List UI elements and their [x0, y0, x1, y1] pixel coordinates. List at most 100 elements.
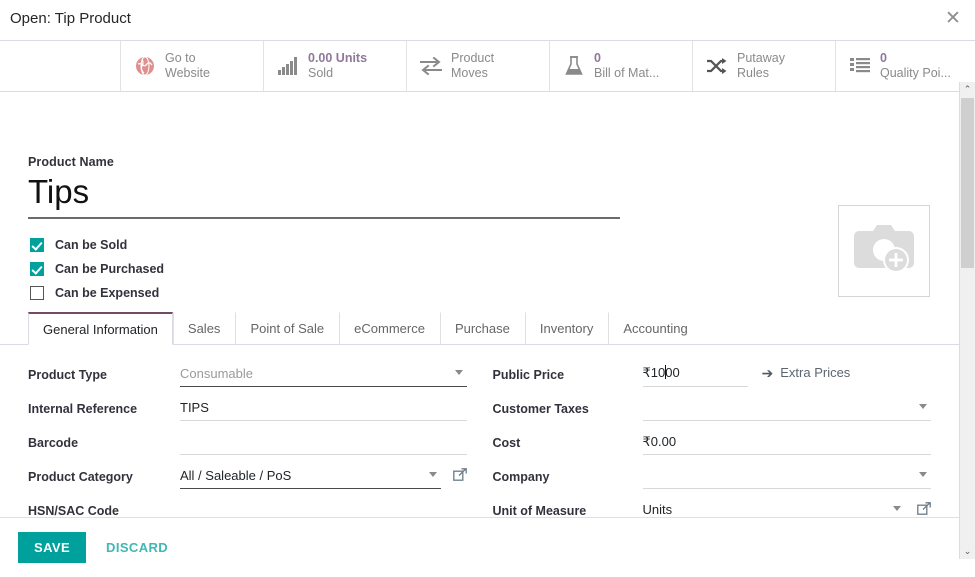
extra-prices-label: Extra Prices [780, 365, 850, 380]
field-hsn-sac-code: HSN/SAC Code [28, 498, 467, 517]
tab-sales[interactable]: Sales [173, 312, 236, 344]
tab-purchase[interactable]: Purchase [440, 312, 525, 344]
checkbox-can-be-sold[interactable] [30, 238, 44, 252]
form-column-right: Public Price ₹1000 ➔ Extra Prices Custom… [485, 345, 960, 517]
product-name-input[interactable] [28, 169, 620, 219]
stat-label-line1: Bill of Mat... [594, 66, 659, 81]
public-price-input[interactable]: ₹1000 [643, 362, 748, 387]
stat-button-text: Product Moves [451, 51, 494, 81]
discard-button[interactable]: DISCARD [94, 532, 180, 563]
exchange-arrows-icon [419, 54, 443, 78]
tab-accounting[interactable]: Accounting [608, 312, 702, 344]
field-control-unit-of-measure [643, 498, 932, 517]
dialog-titlebar: Open: Tip Product ✕ [0, 0, 975, 40]
stat-button-putaway-rules[interactable]: Putaway Rules [693, 41, 836, 91]
tab-point-of-sale[interactable]: Point of Sale [235, 312, 339, 344]
field-control-hsn-sac-code [180, 498, 467, 517]
field-cost: Cost [493, 430, 932, 459]
general-information-pane: Product Type Internal Reference [0, 345, 959, 517]
tab-inventory[interactable]: Inventory [525, 312, 608, 344]
bar-chart-icon [276, 54, 300, 78]
public-price-after-caret: 00 [665, 365, 679, 380]
checkbox-label-can-be-purchased[interactable]: Can be Purchased [55, 262, 164, 276]
stat-button-bill-of-materials[interactable]: 0 Bill of Mat... [550, 41, 693, 91]
public-price-value: ₹1000 [643, 362, 748, 387]
field-label-barcode: Barcode [28, 430, 180, 451]
customer-taxes-select[interactable] [643, 396, 932, 421]
field-label-public-price: Public Price [493, 362, 643, 383]
field-control-product-category [180, 464, 467, 489]
stat-value: 0 [594, 51, 659, 66]
checkbox-label-can-be-sold[interactable]: Can be Sold [55, 238, 127, 252]
scroll-up-icon[interactable]: ⌃ [960, 82, 975, 97]
product-name-block: Product Name [28, 155, 620, 219]
stat-button-units-sold[interactable]: 0.00 Units Sold [264, 41, 407, 91]
field-barcode: Barcode [28, 430, 467, 459]
field-control-barcode [180, 430, 467, 455]
external-link-icon[interactable] [453, 468, 467, 482]
field-label-cost: Cost [493, 430, 643, 451]
hsn-sac-code-input[interactable] [180, 498, 467, 517]
stat-label-line2: Moves [451, 66, 494, 81]
field-control-product-type [180, 362, 467, 387]
cost-input[interactable] [643, 430, 932, 455]
stat-button-quality-points[interactable]: 0 Quality Poi... [836, 41, 975, 91]
field-control-internal-reference [180, 396, 467, 421]
save-button[interactable]: SAVE [18, 532, 86, 563]
stat-label-line1: Go to [165, 51, 210, 66]
extra-prices-link[interactable]: ➔ Extra Prices [762, 365, 851, 380]
checkbox-label-can-be-expensed[interactable]: Can be Expensed [55, 286, 159, 300]
stat-button-text: 0.00 Units Sold [308, 51, 367, 81]
checkbox-row-can-be-purchased[interactable]: Can be Purchased [30, 257, 164, 281]
scrollbar-thumb[interactable] [961, 98, 974, 268]
field-control-cost [643, 430, 932, 455]
field-control-public-price: ₹1000 ➔ Extra Prices [643, 362, 932, 387]
checkbox-row-can-be-expensed[interactable]: Can be Expensed [30, 281, 164, 305]
form-column-left: Product Type Internal Reference [0, 345, 485, 517]
product-type-select[interactable] [180, 362, 467, 387]
stat-label-line1: Sold [308, 66, 367, 81]
select-wrap-product-type [180, 362, 467, 387]
scroll-down-icon[interactable]: ⌄ [960, 544, 975, 559]
dialog-footer: SAVE DISCARD [0, 517, 959, 577]
form-tabs: General Information Sales Point of Sale … [0, 313, 959, 345]
product-category-select[interactable] [180, 464, 441, 489]
unit-of-measure-select[interactable] [643, 498, 906, 517]
field-label-product-type: Product Type [28, 362, 180, 383]
product-image-upload[interactable] [838, 205, 930, 297]
checkbox-row-can-be-sold[interactable]: Can be Sold [30, 233, 164, 257]
company-select[interactable] [643, 464, 932, 489]
stat-button-text: 0 Bill of Mat... [594, 51, 659, 81]
checkbox-can-be-expensed[interactable] [30, 286, 44, 300]
list-icon [848, 54, 872, 78]
field-label-internal-reference: Internal Reference [28, 396, 180, 417]
tab-ecommerce[interactable]: eCommerce [339, 312, 440, 344]
flask-icon [562, 54, 586, 78]
stat-button-text: Go to Website [165, 51, 210, 81]
barcode-input[interactable] [180, 430, 467, 455]
field-unit-of-measure: Unit of Measure [493, 498, 932, 517]
field-control-customer-taxes [643, 396, 932, 421]
stat-button-product-moves[interactable]: Product Moves [407, 41, 550, 91]
select-wrap-product-category [180, 464, 441, 489]
external-link-icon[interactable] [917, 502, 931, 516]
stat-button-text: Putaway Rules [737, 51, 785, 81]
field-label-customer-taxes: Customer Taxes [493, 396, 643, 417]
select-wrap-customer-taxes [643, 396, 932, 421]
field-customer-taxes: Customer Taxes [493, 396, 932, 425]
page-title: Open: Tip Product [10, 10, 131, 27]
field-product-type: Product Type [28, 362, 467, 391]
stat-button-bar: Go to Website 0.00 Units Sold [0, 41, 959, 92]
checkbox-can-be-purchased[interactable] [30, 262, 44, 276]
stat-label-line1: Product [451, 51, 494, 66]
field-label-company: Company [493, 464, 643, 485]
vertical-scrollbar[interactable]: ⌃ ⌄ [959, 82, 975, 559]
close-icon[interactable]: ✕ [940, 6, 966, 32]
stat-value: 0 [880, 51, 951, 66]
stat-value: 0.00 Units [308, 51, 367, 66]
internal-reference-input[interactable] [180, 396, 467, 421]
tab-general-information[interactable]: General Information [28, 312, 173, 345]
stat-button-text: 0 Quality Poi... [880, 51, 951, 81]
stat-button-go-to-website[interactable]: Go to Website [121, 41, 264, 91]
stat-label-line2: Rules [737, 66, 785, 81]
